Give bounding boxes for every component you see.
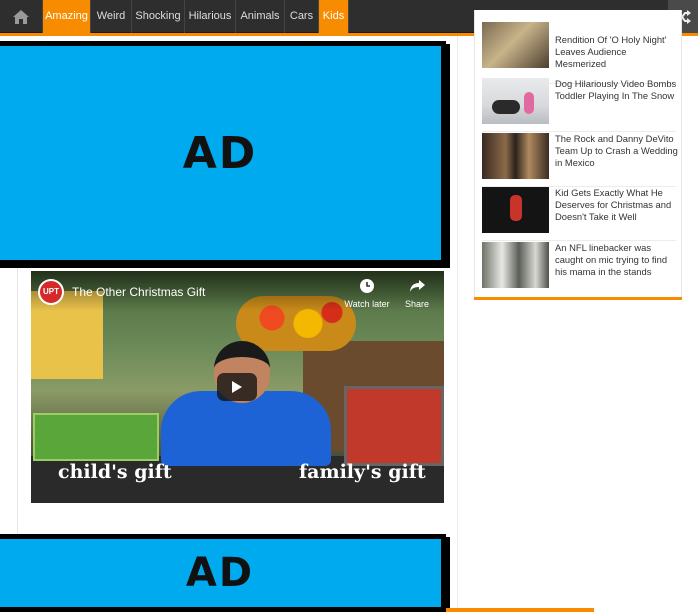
caption-childs-gift: child's gift (58, 461, 172, 483)
video-player[interactable]: UPT The Other Christmas Gift Watch later… (31, 271, 444, 503)
home-button[interactable] (0, 0, 43, 33)
nav-item-kids[interactable]: Kids (319, 0, 349, 33)
ad-label: AD (185, 550, 255, 596)
footer-accent-line (446, 608, 594, 612)
clock-icon (360, 279, 374, 293)
play-button[interactable] (217, 373, 257, 401)
nav-item-hilarious[interactable]: Hilarious (185, 0, 236, 33)
home-icon (13, 9, 29, 24)
ad-label: AD (182, 127, 258, 179)
share-label: Share (404, 299, 430, 309)
channel-logo[interactable]: UPT (38, 279, 64, 305)
column-divider (457, 36, 458, 612)
page: Amazing Weird Shocking Hilarious Animals… (0, 0, 698, 612)
nav-item-amazing[interactable]: Amazing (43, 0, 91, 33)
post-thumbnail[interactable] (482, 187, 549, 233)
share-button[interactable]: Share (392, 278, 442, 309)
nav-item-shocking[interactable]: Shocking (132, 0, 185, 33)
thumbnail-gift (33, 413, 159, 461)
content-border (17, 264, 18, 534)
ad-banner-top[interactable]: AD (0, 41, 446, 265)
post-title[interactable]: An NFL linebacker was caught on mic tryi… (555, 242, 679, 278)
caption-familys-gift: family's gift (299, 461, 426, 483)
thumbnail-bag (344, 386, 444, 466)
post-thumbnail[interactable] (482, 133, 549, 179)
post-title[interactable]: The Rock and Danny DeVito Team Up to Cra… (555, 133, 679, 169)
nav-item-weird[interactable]: Weird (91, 0, 132, 33)
post-title[interactable]: Rendition Of 'O Holy Night' Leaves Audie… (555, 34, 679, 70)
post-title[interactable]: Kid Gets Exactly What He Deserves for Ch… (555, 187, 679, 223)
post-thumbnail[interactable] (482, 22, 549, 68)
play-icon (232, 381, 242, 393)
post-title[interactable]: Dog Hilariously Video Bombs Toddler Play… (555, 78, 679, 102)
watch-later-label: Watch later (344, 299, 390, 309)
post-divider (482, 240, 676, 241)
post-thumbnail[interactable] (482, 78, 549, 124)
post-thumbnail[interactable] (482, 242, 549, 288)
ad-banner-bottom[interactable]: AD (0, 534, 446, 612)
post-divider (482, 131, 676, 132)
share-icon (410, 280, 425, 292)
video-title[interactable]: The Other Christmas Gift (72, 285, 205, 299)
related-posts-sidebar: Rendition Of 'O Holy Night' Leaves Audie… (474, 10, 682, 300)
watch-later-button[interactable]: Watch later (342, 278, 392, 309)
nav-item-animals[interactable]: Animals (236, 0, 285, 33)
nav-item-cars[interactable]: Cars (285, 0, 319, 33)
sidebar-accent-line (474, 297, 682, 300)
